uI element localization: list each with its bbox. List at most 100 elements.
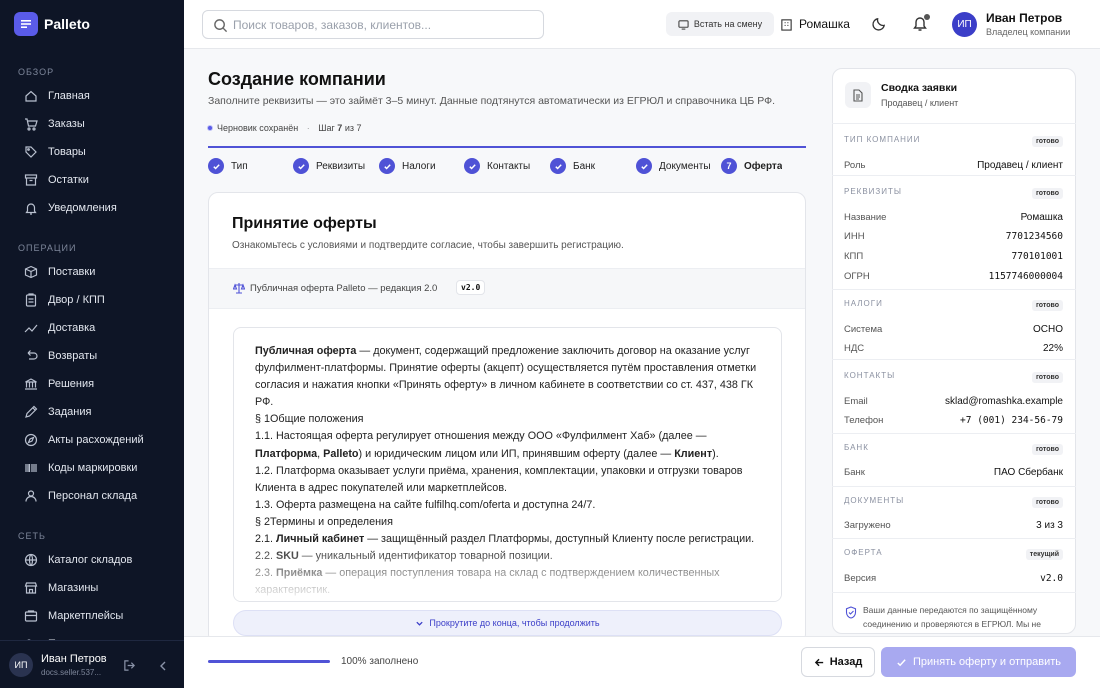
page-title: Создание компании [208, 69, 386, 89]
sidebar-item-2[interactable]: Заказы [16, 112, 176, 136]
company-switcher[interactable]: Ромашка [780, 13, 850, 35]
summary-key: Роль [844, 160, 866, 171]
sidebar-item-12[interactable]: Акты расхождений [16, 428, 176, 452]
summary-value: 7701234560 [1005, 231, 1063, 242]
offer-term: Palleto [323, 447, 359, 460]
summary-divider [832, 123, 1076, 124]
avatar[interactable]: ИП [9, 653, 33, 677]
summary-key: НДС [844, 343, 865, 354]
moon-icon[interactable] [872, 16, 887, 36]
step-total: 7 [356, 123, 362, 133]
offer-doc-label: Публичная оферта Palleto — редакция 2.0 [233, 282, 437, 294]
logo-icon[interactable] [14, 12, 38, 36]
offer-text: ) и юридическим лицом или ИП, принявшим … [358, 447, 675, 460]
offer-paragraph: § 1Общие положения [255, 411, 760, 428]
header-user-role: Владелец компании [986, 27, 1071, 37]
clipboard-icon [25, 293, 37, 307]
check-icon [293, 158, 309, 174]
sidebar-item-label: Остатки [48, 174, 89, 186]
sidebar-item-8[interactable]: Доставка [16, 316, 176, 340]
header-avatar[interactable]: ИП [952, 12, 977, 37]
sidebar-item-16[interactable]: Магазины [16, 576, 176, 600]
building-icon [781, 18, 792, 31]
notification-dot [924, 14, 930, 20]
sidebar-item-3[interactable]: Товары [16, 140, 176, 164]
company-name: Ромашка [799, 17, 850, 31]
monitor-icon [678, 19, 689, 30]
sidebar-item-9[interactable]: Возвраты [16, 344, 176, 368]
sidebar-item-label: Товары [48, 146, 86, 158]
stepper-step-6[interactable]: Документы [636, 157, 711, 175]
summary-value: v2.0 [1040, 573, 1063, 584]
summary-divider [832, 592, 1076, 593]
logout-icon[interactable] [123, 659, 136, 677]
step-label: Тип [231, 160, 248, 172]
sidebar-item-label: Персонал склада [48, 490, 138, 502]
sidebar-item-label: Доставка [48, 322, 96, 334]
trend-icon [24, 324, 38, 333]
progress-text: 100% заполнено [341, 656, 419, 667]
back-button-label: Назад [829, 656, 863, 668]
stepper-step-5[interactable]: Банк [550, 157, 595, 175]
bank-icon [25, 378, 37, 390]
sidebar-item-11[interactable]: Задания [16, 400, 176, 424]
summary-key: КПП [844, 251, 864, 262]
section-operations: ОПЕРАЦИИ [18, 243, 77, 253]
summary-key: Версия [844, 573, 877, 584]
archive-icon [24, 174, 38, 186]
sidebar-item-17[interactable]: Маркетплейсы [16, 604, 176, 628]
summary-key: Система [844, 324, 883, 335]
bell-icon [25, 203, 37, 215]
offer-term: Клиент [674, 447, 713, 460]
home-icon [25, 90, 37, 102]
header-user-name[interactable]: Иван Петров [986, 11, 1062, 25]
sidebar-item-10[interactable]: Решения [16, 372, 176, 396]
offer-doc-title: Публичная оферта Palleto — редакция 2.0 [250, 282, 438, 294]
sidebar-item-13[interactable]: Коды маркировки [16, 456, 176, 480]
offer-paragraph: § 2Термины и определения [255, 514, 760, 531]
summary-section-title: ТИП КОМПАНИИ [844, 135, 921, 144]
stepper-step-2[interactable]: Реквизиты [293, 157, 365, 175]
sidebar-item-1[interactable]: Главная [16, 84, 176, 108]
stepper-step-4[interactable]: Контакты [464, 157, 530, 175]
sidebar-item-label: Уведомления [48, 202, 117, 214]
scroll-hint-button[interactable]: Прокрутите до конца, чтобы продолжить [233, 610, 782, 636]
search-box[interactable] [202, 10, 544, 39]
summary-divider [832, 289, 1076, 290]
check-icon [208, 158, 224, 174]
sidebar-item-5[interactable]: Уведомления [16, 196, 176, 220]
sidebar-item-label: Коды маркировки [48, 462, 138, 474]
step-label: Оферта [744, 160, 783, 172]
back-button[interactable]: Назад [801, 647, 875, 677]
summary-section-title: РЕКВИЗИТЫ [844, 187, 902, 196]
security-note-text: Ваши данные передаются по защищённому со… [863, 605, 1041, 629]
status-badge: готово [1031, 188, 1063, 199]
status-badge: готово [1031, 300, 1063, 311]
submit-button[interactable]: Принять оферту и отправить [881, 647, 1076, 677]
sidebar-item-6[interactable]: Поставки [16, 260, 176, 284]
summary-divider [832, 433, 1076, 434]
summary-key: ОГРН [844, 271, 870, 282]
sidebar-item-4[interactable]: Остатки [16, 168, 176, 192]
offer-document-scroll[interactable]: Публичная оферта — документ, содержащий … [233, 327, 782, 602]
sidebar-item-15[interactable]: Каталог складов [16, 548, 176, 572]
step-label: Контакты [487, 160, 531, 172]
person-icon [25, 490, 37, 502]
page-subtitle: Заполните реквизиты — это займёт 3–5 мин… [208, 95, 776, 107]
step-label: Документы [659, 160, 711, 172]
stepper-step-3[interactable]: Налоги [379, 157, 436, 175]
search-input[interactable] [233, 16, 533, 34]
step-prefix: Шаг [318, 123, 335, 133]
offer-text: 1.1. Настоящая оферта регулирует отношен… [255, 430, 707, 443]
stepper-step-1[interactable]: Тип [208, 157, 248, 175]
summary-divider [832, 359, 1076, 360]
check-icon [897, 658, 906, 666]
summary-key: Загружено [844, 520, 891, 531]
sidebar-item-14[interactable]: Персонал склада [16, 484, 176, 508]
collapse-sidebar-icon[interactable] [157, 659, 169, 677]
check-icon [464, 158, 480, 174]
shift-button[interactable]: Встать на смену [666, 12, 774, 36]
sidebar-item-7[interactable]: Двор / КПП [16, 288, 176, 312]
stepper-step-7[interactable]: 7 Оферта [721, 157, 782, 175]
tag-icon [25, 146, 37, 158]
